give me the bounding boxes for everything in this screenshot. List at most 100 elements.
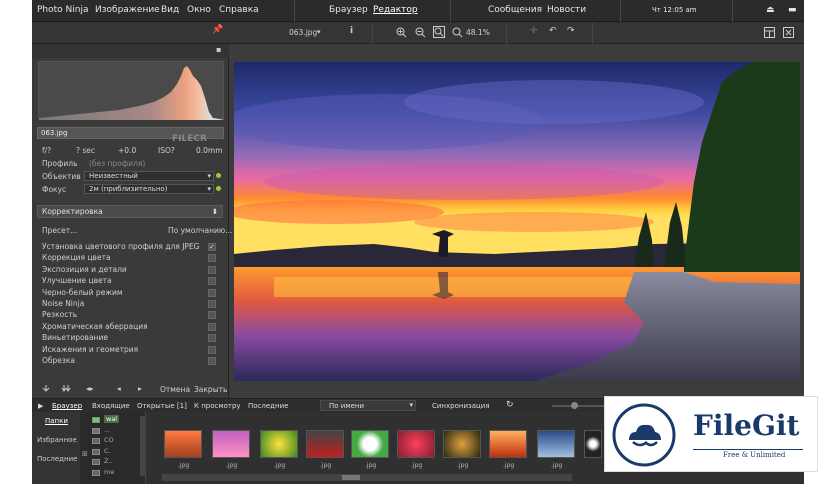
arrow-down-icon[interactable] — [42, 384, 50, 392]
correction-item[interactable]: Коррекция цвета — [42, 253, 111, 262]
menu-image[interactable]: Изображение — [95, 5, 160, 15]
expand-icon[interactable]: ◂▸ — [86, 384, 94, 393]
refresh-icon[interactable]: ↻ — [506, 400, 514, 410]
folder-icon — [92, 469, 100, 476]
thumb-scrollbar[interactable] — [162, 474, 572, 481]
correction-checkbox[interactable] — [208, 254, 216, 263]
correction-item[interactable]: Улучшение цвета — [42, 276, 112, 285]
minimize-icon[interactable]: ▬ — [788, 5, 797, 15]
thumbnail[interactable] — [537, 430, 575, 458]
correction-checkbox[interactable] — [208, 300, 216, 308]
slider-handle[interactable] — [571, 402, 578, 409]
tab-recent[interactable]: Последние — [248, 402, 288, 410]
folder-item[interactable]: wal — [104, 415, 120, 423]
thumbnail[interactable] — [351, 430, 389, 458]
chevron-down-icon: ▾ — [409, 401, 413, 409]
tab-news[interactable]: Новости — [547, 5, 586, 15]
pin-icon[interactable]: ▪ — [216, 45, 221, 54]
next-icon[interactable]: ▸ — [138, 384, 142, 393]
folders-tab[interactable]: Папки — [45, 417, 68, 425]
correction-checkbox[interactable] — [208, 265, 216, 274]
image-viewer[interactable] — [234, 62, 800, 381]
folder-tree[interactable]: wal... CO C. Z.. me ⊞ — [80, 412, 146, 484]
correction-item[interactable]: Установка цветового профиля для JPEG — [42, 242, 200, 251]
expand-icon[interactable]: ⊞ — [82, 450, 88, 458]
menu-view[interactable]: Вид — [161, 5, 179, 15]
zoom-actual-icon[interactable] — [452, 27, 463, 38]
tab-to-view[interactable]: К просмотру — [194, 402, 241, 410]
eject-icon[interactable]: ⏏ — [766, 5, 775, 15]
correction-checkbox[interactable]: ✓ — [208, 243, 216, 251]
correction-checkbox[interactable] — [208, 322, 216, 331]
zoom-out-icon[interactable] — [415, 27, 426, 38]
menu-app[interactable]: Photo Ninja — [37, 5, 89, 15]
move-icon[interactable]: ✛ — [530, 26, 538, 36]
corrections-dropdown[interactable]: Корректировка ⬍ — [37, 205, 223, 218]
cancel-button[interactable]: Отмена — [160, 385, 190, 394]
tab-incoming[interactable]: Входящие — [92, 402, 130, 410]
play-icon[interactable]: ▶ — [38, 402, 43, 410]
pin-icon[interactable]: 📌 — [212, 25, 223, 35]
thumbnail[interactable] — [443, 430, 481, 458]
thumbnail[interactable] — [584, 430, 602, 458]
correction-checkbox[interactable] — [208, 345, 216, 354]
correction-checkbox[interactable] — [208, 311, 216, 320]
favorites-tab[interactable]: Избранное — [37, 436, 77, 444]
landscape-photo — [234, 62, 800, 381]
file-selector[interactable]: 063.jpg — [289, 28, 317, 37]
close-panel-icon[interactable] — [783, 27, 794, 38]
preset-button[interactable]: Пресет... — [42, 226, 77, 235]
recent-tab[interactable]: Последние — [37, 455, 77, 463]
thumbnail[interactable] — [260, 430, 298, 458]
scroll-thumb[interactable] — [342, 475, 360, 480]
tab-browser[interactable]: Браузер — [329, 5, 368, 15]
correction-item[interactable]: Хроматическая аберрация — [42, 322, 148, 331]
correction-item[interactable]: Черно-белый режим — [42, 288, 123, 297]
folder-item[interactable]: Z.. — [104, 457, 113, 465]
correction-checkbox[interactable] — [208, 334, 216, 343]
thumbnail[interactable] — [397, 430, 435, 458]
zoom-in-icon[interactable] — [396, 27, 407, 38]
thumb-size-slider[interactable] — [552, 405, 612, 407]
correction-checkbox[interactable] — [208, 357, 216, 365]
lens-select[interactable]: Неизвестный ▾ — [84, 171, 214, 181]
menu-window[interactable]: Окно — [187, 5, 211, 15]
thumbnail[interactable] — [212, 430, 250, 458]
folder-item[interactable]: C. — [104, 447, 111, 455]
sync-button[interactable]: Синхронизация — [432, 402, 490, 410]
correction-item[interactable]: Резкость — [42, 310, 77, 319]
tab-messages[interactable]: Сообщения — [488, 5, 542, 15]
rotate-right-icon[interactable]: ↷ — [567, 26, 575, 36]
correction-checkbox[interactable] — [208, 277, 216, 286]
folder-item[interactable]: CO — [104, 436, 114, 444]
thumbnail[interactable] — [164, 430, 202, 458]
tab-opened[interactable]: Открытые [1] — [137, 402, 187, 410]
correction-item[interactable]: Экспозиция и детали — [42, 265, 127, 274]
profile-label: Профиль — [42, 159, 78, 168]
focus-select[interactable]: 2м (приблизительно) ▾ — [84, 184, 214, 194]
correction-item[interactable]: Виньетирование — [42, 333, 108, 342]
sort-select[interactable]: По имени ▾ — [320, 400, 416, 411]
correction-item[interactable]: Искажения и геометрия — [42, 345, 138, 354]
tab-browser[interactable]: Браузер — [52, 402, 82, 410]
folder-item[interactable]: ... — [104, 426, 110, 434]
arrows-down-icon[interactable] — [61, 384, 71, 392]
menu-help[interactable]: Справка — [219, 5, 259, 15]
default-button[interactable]: По умолчанию... — [168, 226, 232, 235]
thumbnail[interactable] — [489, 430, 527, 458]
chevron-down-icon[interactable]: ▾ — [317, 28, 321, 36]
layout-icon[interactable] — [764, 27, 775, 38]
tree-scrollbar[interactable] — [140, 416, 146, 476]
folder-item[interactable]: me — [104, 468, 114, 476]
tab-editor[interactable]: Редактор — [373, 5, 418, 15]
thumbnail[interactable] — [306, 430, 344, 458]
info-icon[interactable]: i — [350, 26, 353, 36]
sort-value: По имени — [329, 402, 365, 410]
close-button[interactable]: Закрыть — [194, 385, 227, 394]
zoom-fit-icon[interactable] — [433, 26, 445, 38]
correction-item[interactable]: Noise Ninja — [42, 299, 84, 308]
rotate-left-icon[interactable]: ↶ — [549, 26, 557, 36]
correction-checkbox[interactable] — [208, 288, 216, 297]
prev-icon[interactable]: ◂ — [117, 384, 121, 393]
correction-item[interactable]: Обрезка — [42, 356, 75, 365]
